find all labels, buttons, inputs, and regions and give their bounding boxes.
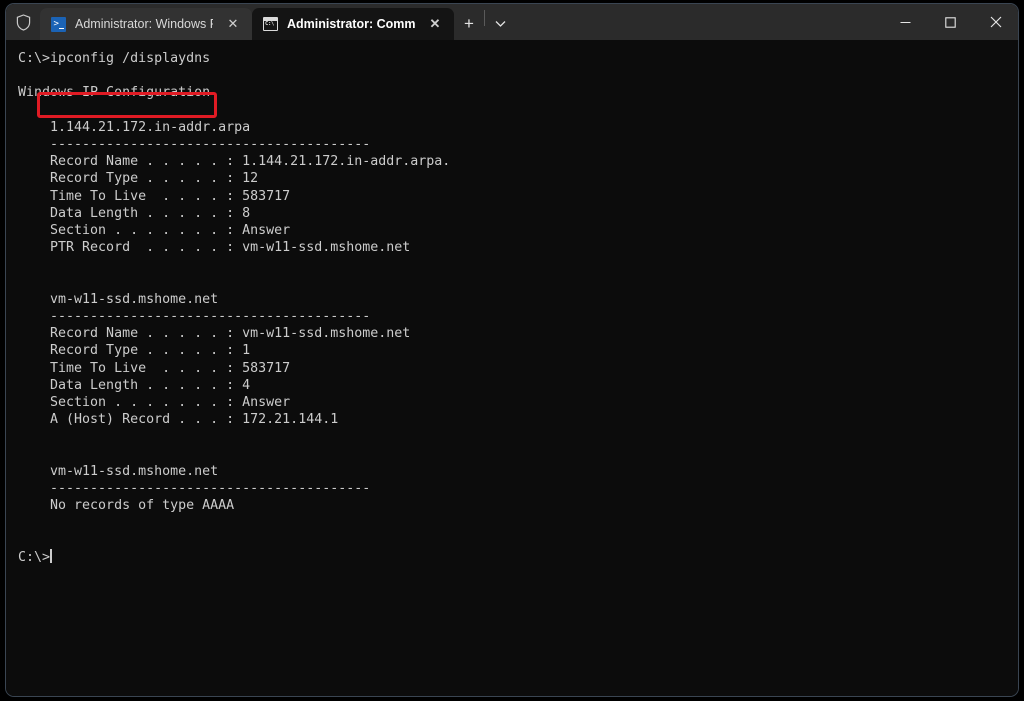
tab-close-icon-powershell[interactable]: ✕ [222,13,244,35]
terminal-output: C:\>ipconfig /displaydns Windows IP Conf… [18,50,1018,566]
minimize-button[interactable] [883,4,928,40]
tab-windows-powershell[interactable]: > Administrator: Windows Power ✕ [40,8,252,40]
powershell-icon: > [51,17,66,32]
tab-close-icon-command-prompt[interactable]: ✕ [424,13,446,35]
terminal-body[interactable]: C:\>ipconfig /displaydns Windows IP Conf… [6,40,1018,696]
window-controls [883,4,1018,40]
shield-icon [6,4,40,40]
new-tab-button[interactable]: + [454,8,484,40]
maximize-button[interactable] [928,4,973,40]
chevron-down-icon[interactable] [485,8,515,40]
text-cursor [50,549,52,563]
tab-label-powershell: Administrator: Windows Power [75,17,213,31]
close-button[interactable] [973,4,1018,40]
tab-label-command-prompt: Administrator: Command Pro [287,17,415,31]
title-bar: > Administrator: Windows Power ✕ C:\ Adm… [6,4,1018,40]
command-prompt-icon: C:\ [263,17,278,31]
terminal-window: > Administrator: Windows Power ✕ C:\ Adm… [6,4,1018,696]
tab-command-prompt[interactable]: C:\ Administrator: Command Pro ✕ [252,8,454,40]
